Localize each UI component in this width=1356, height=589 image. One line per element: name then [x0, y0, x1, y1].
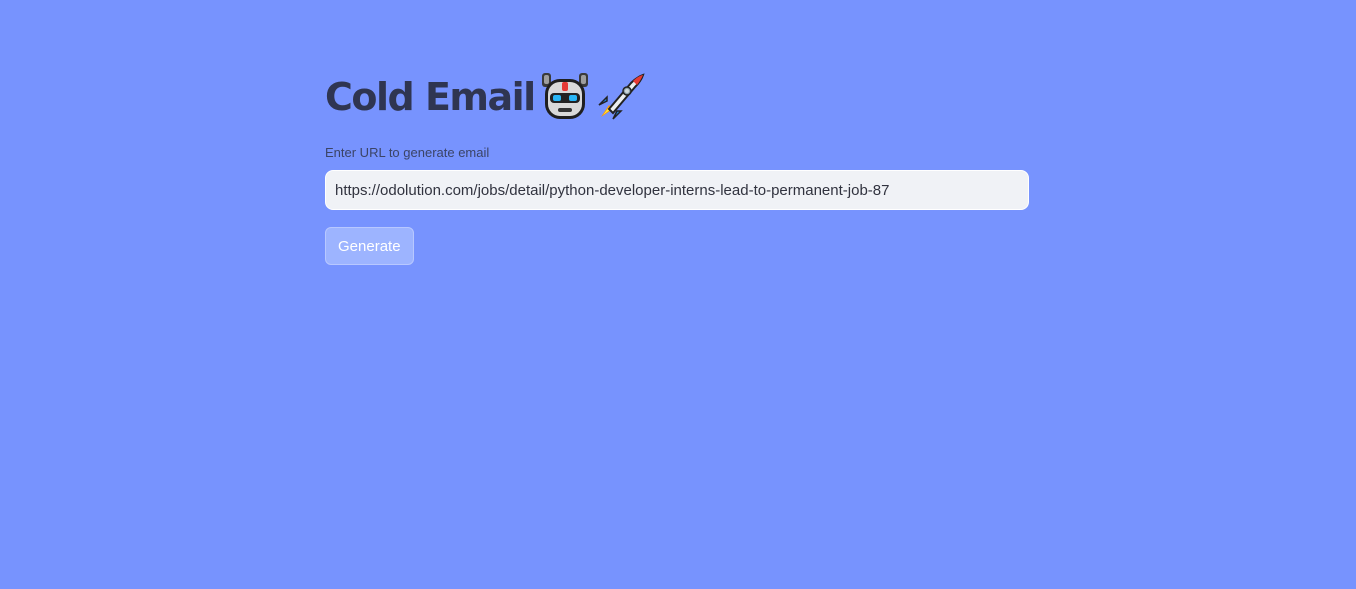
- url-label: Enter URL to generate email: [325, 145, 490, 160]
- generate-button[interactable]: Generate: [325, 227, 414, 265]
- robot-icon: [539, 71, 591, 123]
- app-page: Cold Email Enter URL to generate email h…: [0, 0, 1356, 589]
- main-content: Cold Email Enter URL to generate email h…: [325, 66, 1029, 265]
- title-row: Cold Email: [325, 66, 1029, 128]
- rocket-icon: [595, 71, 647, 123]
- url-input[interactable]: [325, 170, 1029, 210]
- page-title: Cold Email: [325, 75, 536, 119]
